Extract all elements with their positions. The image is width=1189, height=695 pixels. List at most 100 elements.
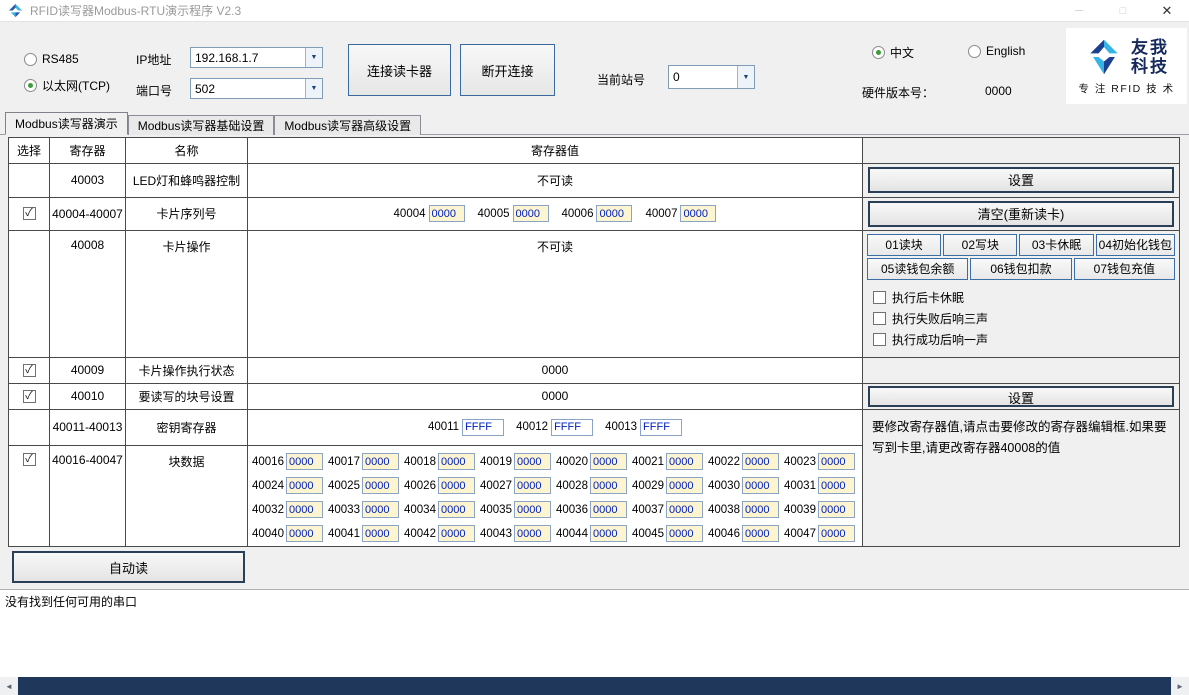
set-led-button[interactable]: 设置 xyxy=(868,167,1174,193)
register-label: 40024 xyxy=(250,480,284,492)
register-label: 40017 xyxy=(326,456,360,468)
lang-chinese-label: 中文 xyxy=(890,44,914,61)
checkbox-label: 执行后卡休眠 xyxy=(892,289,964,306)
register-label: 40013 xyxy=(605,421,637,433)
radio-lang-chinese[interactable]: 中文 xyxy=(872,44,914,61)
op-checkbox-item[interactable]: 执行后卡休眠 xyxy=(873,287,1175,308)
register-value-input[interactable] xyxy=(362,453,399,470)
port-combo[interactable]: 502 xyxy=(190,78,323,99)
register-value-input[interactable] xyxy=(362,525,399,542)
chevron-down-icon[interactable] xyxy=(737,66,754,88)
register-value-input[interactable] xyxy=(680,205,716,222)
register-value-input[interactable] xyxy=(666,501,703,518)
chevron-down-icon[interactable] xyxy=(305,48,322,67)
op-button-3[interactable]: 03卡休眠 xyxy=(1019,234,1093,256)
register-value-input[interactable] xyxy=(438,501,475,518)
register-value-input[interactable] xyxy=(286,525,323,542)
scrollbar-track[interactable] xyxy=(18,677,1171,695)
op-button-6[interactable]: 06钱包扣款 xyxy=(970,258,1071,280)
radio-rs485[interactable]: RS485 xyxy=(24,52,79,66)
op-button-2[interactable]: 02写块 xyxy=(943,234,1017,256)
register-value-input[interactable] xyxy=(742,525,779,542)
op-button-4[interactable]: 04初始化钱包 xyxy=(1096,234,1175,256)
register-value-input[interactable] xyxy=(596,205,632,222)
row-checkbox[interactable]: ✓ xyxy=(23,364,36,377)
register-value-input[interactable] xyxy=(462,419,504,436)
scroll-left-icon[interactable] xyxy=(0,677,18,695)
register-value-input[interactable] xyxy=(438,477,475,494)
register-value-input[interactable] xyxy=(438,525,475,542)
register-value-input[interactable] xyxy=(742,477,779,494)
register-label: 40027 xyxy=(478,480,512,492)
scroll-right-icon[interactable] xyxy=(1171,677,1189,695)
register-value-input[interactable] xyxy=(818,453,855,470)
register-value-input[interactable] xyxy=(742,501,779,518)
register-value-input[interactable] xyxy=(286,453,323,470)
name-cell: 要读写的块号设置 xyxy=(126,384,248,409)
checkbox-icon[interactable] xyxy=(873,291,886,304)
name-cell: 块数据 xyxy=(126,446,248,547)
op-button-5[interactable]: 05读钱包余额 xyxy=(867,258,968,280)
action-cell-block-set: 设置 xyxy=(863,384,1179,410)
auto-read-button[interactable]: 自动读 xyxy=(12,551,245,583)
op-checkbox-item[interactable]: 执行失败后响三声 xyxy=(873,308,1175,329)
register-label: 40031 xyxy=(782,480,816,492)
hw-version-label: 硬件版本号： xyxy=(862,84,934,101)
action-cell-led: 设置 xyxy=(863,164,1179,198)
register-value-input[interactable] xyxy=(590,477,627,494)
register-value-input[interactable] xyxy=(362,501,399,518)
register-label: 40022 xyxy=(706,456,740,468)
ip-address-combo[interactable]: 192.168.1.7 xyxy=(190,47,323,68)
set-block-button[interactable]: 设置 xyxy=(868,386,1174,407)
register-value-input[interactable] xyxy=(362,477,399,494)
register-pair: 40013 xyxy=(605,419,682,436)
register-value-input[interactable] xyxy=(818,477,855,494)
register-value-input[interactable] xyxy=(514,453,551,470)
chevron-down-icon[interactable] xyxy=(305,79,322,98)
register-value-input[interactable] xyxy=(818,525,855,542)
register-value-input[interactable] xyxy=(514,525,551,542)
radio-lang-english[interactable]: English xyxy=(968,44,1025,58)
register-label: 40005 xyxy=(478,208,510,220)
row-checkbox[interactable]: ✓ xyxy=(23,390,36,403)
register-value-input[interactable] xyxy=(438,453,475,470)
clear-reread-card-button[interactable]: 清空(重新读卡) xyxy=(868,201,1174,227)
register-value-input[interactable] xyxy=(666,525,703,542)
radio-ethernet-tcp[interactable]: 以太网(TCP) xyxy=(24,77,110,94)
status-log[interactable]: 没有找到任何可用的串口 xyxy=(0,589,1189,677)
register-value-input[interactable] xyxy=(514,477,551,494)
checkbox-icon[interactable] xyxy=(873,333,886,346)
row-checkbox[interactable]: ✓ xyxy=(23,207,36,220)
maximize-icon[interactable]: □ xyxy=(1101,0,1145,21)
minimize-icon[interactable]: ─ xyxy=(1057,0,1101,21)
register-value-input[interactable] xyxy=(818,501,855,518)
connect-reader-button[interactable]: 连接读卡器 xyxy=(348,44,451,96)
tab-modbus-advanced-settings[interactable]: Modbus读写器高级设置 xyxy=(274,115,421,135)
checkbox-icon[interactable] xyxy=(873,312,886,325)
register-value-input[interactable] xyxy=(513,205,549,222)
close-icon[interactable]: ✕ xyxy=(1145,0,1189,21)
register-value-input[interactable] xyxy=(514,501,551,518)
register-value-input[interactable] xyxy=(666,477,703,494)
value-cell: 0000 xyxy=(248,384,862,409)
register-value-input[interactable] xyxy=(286,477,323,494)
row-checkbox[interactable]: ✓ xyxy=(23,453,36,466)
register-value-input[interactable] xyxy=(640,419,682,436)
register-value-input[interactable] xyxy=(429,205,465,222)
register-value-input[interactable] xyxy=(590,453,627,470)
register-value-input[interactable] xyxy=(742,453,779,470)
op-button-7[interactable]: 07钱包充值 xyxy=(1074,258,1175,280)
register-value-input[interactable] xyxy=(551,419,593,436)
register-label: 40042 xyxy=(402,528,436,540)
tab-modbus-basic-settings[interactable]: Modbus读写器基础设置 xyxy=(128,115,275,135)
register-value-input[interactable] xyxy=(590,501,627,518)
register-value-input[interactable] xyxy=(286,501,323,518)
op-button-1[interactable]: 01读块 xyxy=(867,234,941,256)
op-checkbox-item[interactable]: 执行成功后响一声 xyxy=(873,329,1175,350)
station-number-combo[interactable]: 0 xyxy=(668,65,755,89)
register-value-input[interactable] xyxy=(666,453,703,470)
disconnect-button[interactable]: 断开连接 xyxy=(460,44,555,96)
header-value: 寄存器值 xyxy=(248,138,862,163)
register-value-input[interactable] xyxy=(590,525,627,542)
tab-modbus-demo[interactable]: Modbus读写器演示 xyxy=(5,112,128,135)
